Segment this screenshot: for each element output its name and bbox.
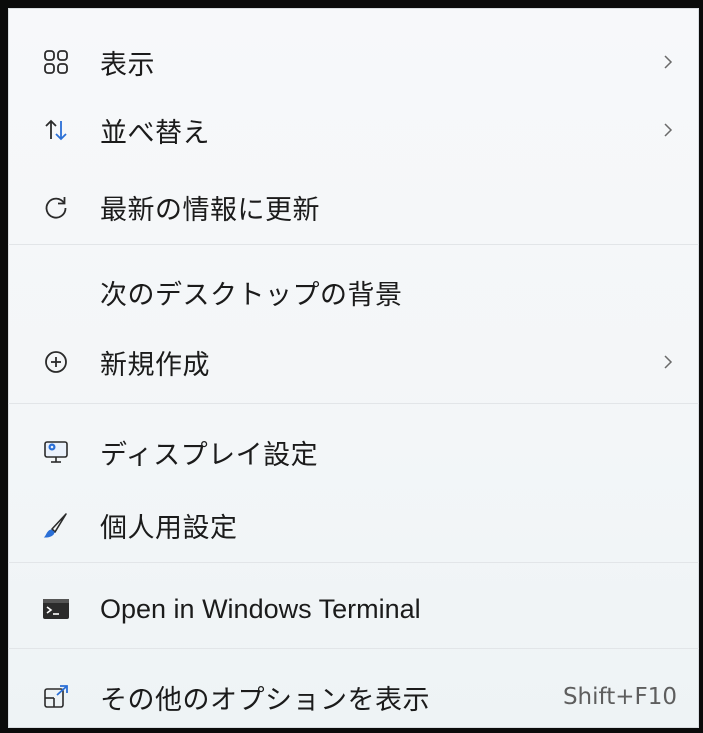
menu-item-view[interactable]: 表示 — [8, 26, 699, 98]
menu-item-label: Open in Windows Terminal — [100, 593, 421, 624]
menu-item-open-terminal[interactable]: Open in Windows Terminal — [8, 573, 699, 645]
menu-item-label: 並べ替え — [100, 117, 210, 149]
menu-separator — [8, 562, 699, 563]
menu-item-display-settings[interactable]: ディスプレイ設定 — [8, 416, 699, 488]
refresh-icon — [42, 193, 70, 221]
menu-item-label: ディスプレイ設定 — [100, 439, 319, 471]
menu-item-label: その他のオプションを表示 — [100, 684, 430, 716]
menu-item-label: 次のデスクトップの背景 — [100, 279, 403, 311]
display-settings-icon — [42, 438, 70, 466]
keyboard-shortcut: Shift+F10 — [562, 684, 677, 710]
menu-item-new[interactable]: 新規作成 — [8, 326, 699, 398]
menu-item-label: 表示 — [100, 49, 155, 81]
menu-item-more-options[interactable]: その他のオプションを表示 Shift+F10 — [8, 661, 699, 728]
chevron-right-icon — [664, 55, 673, 69]
chevron-right-icon — [664, 123, 673, 137]
menu-item-next-background[interactable]: 次のデスクトップの背景 — [8, 256, 699, 328]
menu-separator — [8, 648, 699, 649]
menu-item-personalize[interactable]: 個人用設定 — [8, 489, 699, 561]
terminal-icon — [42, 595, 70, 623]
plus-circle-icon — [42, 348, 70, 376]
context-menu: 表示 並べ替え 最新の情報に更新 次のデスクトップの背景 新規作成 ディスプレイ… — [8, 8, 699, 728]
menu-item-label: 最新の情報に更新 — [100, 194, 320, 226]
menu-separator — [8, 403, 699, 404]
menu-separator — [8, 244, 699, 245]
menu-item-sort[interactable]: 並べ替え — [8, 94, 699, 166]
menu-item-refresh[interactable]: 最新の情報に更新 — [8, 171, 699, 243]
menu-item-label: 新規作成 — [100, 349, 210, 381]
sort-arrows-icon — [42, 116, 70, 144]
more-options-icon — [42, 683, 70, 711]
brush-icon — [42, 511, 70, 539]
chevron-right-icon — [664, 355, 673, 369]
menu-item-label: 個人用設定 — [100, 512, 238, 544]
grid-view-icon — [42, 48, 70, 76]
